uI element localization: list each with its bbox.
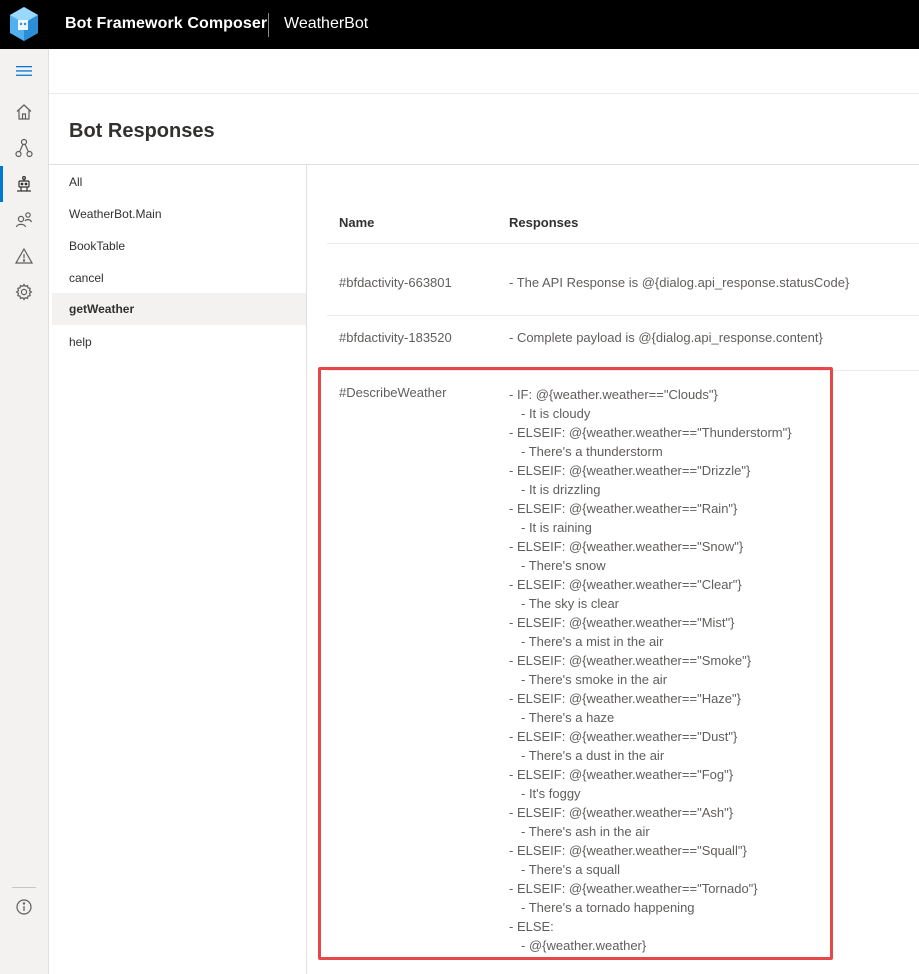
lg-condition-line: - ELSEIF: @{weather.weather=="Haze"} (509, 691, 741, 706)
bot-responses-icon (17, 176, 31, 192)
lg-condition-line: - ELSEIF: @{weather.weather=="Ash"} (509, 805, 734, 820)
lg-else-line: - ELSE: (509, 919, 554, 934)
lg-response-line: - There's a dust in the air (521, 748, 665, 763)
nav-user-input-button[interactable] (0, 202, 48, 238)
row-divider (327, 370, 919, 371)
lg-response-line: - There's ash in the air (521, 824, 650, 839)
row-response-describeweather[interactable]: - IF: @{weather.weather=="Clouds"} - It … (509, 385, 792, 955)
user-input-icon (15, 212, 33, 228)
lg-response-line: - It's foggy (521, 786, 581, 801)
app-title: Bot Framework Composer (65, 15, 268, 32)
row-name-bfdactivity-663801[interactable]: #bfdactivity-663801 (339, 275, 452, 290)
lg-condition-line: - ELSEIF: @{weather.weather=="Thundersto… (509, 425, 792, 440)
composer-cube-icon (10, 7, 38, 41)
row-name-describeweather[interactable]: #DescribeWeather (339, 385, 446, 400)
page-title: Bot Responses (69, 120, 215, 142)
rail-separator (12, 887, 36, 888)
dialog-item-help[interactable]: help (52, 326, 306, 358)
home-icon (16, 104, 32, 120)
design-flow-icon (15, 138, 33, 158)
lg-condition-line: - ELSEIF: @{weather.weather=="Smoke"} (509, 653, 752, 668)
row-response-bfdactivity-183520[interactable]: - Complete payload is @{dialog.api_respo… (509, 330, 823, 345)
lg-response-line: - It is drizzling (521, 482, 601, 497)
lg-condition-line: - ELSEIF: @{weather.weather=="Tornado"} (509, 881, 758, 896)
nav-bot-responses-button[interactable] (0, 166, 48, 202)
nav-home-button[interactable] (0, 94, 48, 130)
lg-response-line: - It is cloudy (521, 406, 591, 421)
nav-rail (0, 49, 49, 974)
column-header-responses[interactable]: Responses (509, 215, 578, 230)
nav-design-button[interactable] (0, 130, 48, 166)
lg-response-line: - @{weather.weather} (521, 938, 647, 953)
nav-notifications-button[interactable] (0, 238, 48, 274)
lg-condition-line: - ELSEIF: @{weather.weather=="Fog"} (509, 767, 734, 782)
nav-settings-button[interactable] (0, 274, 48, 310)
dialog-item-cancel[interactable]: cancel (52, 262, 306, 294)
lg-response-line: - The sky is clear (521, 596, 620, 611)
settings-gear-icon (15, 283, 33, 301)
lg-condition-line: - ELSEIF: @{weather.weather=="Drizzle"} (509, 463, 751, 478)
row-divider (327, 315, 919, 316)
notifications-warning-icon (15, 247, 33, 264)
top-header-bar: Bot Framework Composer WeatherBot (0, 0, 919, 49)
lg-response-line: - There's snow (521, 558, 606, 573)
lg-response-line: - There's smoke in the air (521, 672, 668, 687)
lg-response-line: - It is raining (521, 520, 592, 535)
lg-condition-line: - ELSEIF: @{weather.weather=="Rain"} (509, 501, 738, 516)
row-response-bfdactivity-663801[interactable]: - The API Response is @{dialog.api_respo… (509, 275, 849, 290)
lg-condition-line: - ELSEIF: @{weather.weather=="Snow"} (509, 539, 744, 554)
dialog-item-getweather[interactable]: getWeather (52, 293, 306, 325)
lg-condition-line: - IF: @{weather.weather=="Clouds"} (509, 387, 718, 402)
lg-condition-line: - ELSEIF: @{weather.weather=="Squall"} (509, 843, 747, 858)
dialog-item-booktable[interactable]: BookTable (52, 230, 306, 262)
header-divider (268, 13, 269, 37)
dialog-item-all[interactable]: All (52, 166, 306, 198)
dialog-item-weatherbot-main[interactable]: WeatherBot.Main (52, 198, 306, 230)
dialog-list: All WeatherBot.Main BookTable cancel get… (49, 165, 307, 974)
bot-name: WeatherBot (284, 15, 369, 32)
lg-response-line: - There's a thunderstorm (521, 444, 663, 459)
toolbar (49, 49, 919, 94)
header-row-divider (327, 243, 919, 244)
nav-about-button[interactable] (0, 889, 48, 925)
hamburger-icon (16, 66, 32, 76)
row-name-bfdactivity-183520[interactable]: #bfdactivity-183520 (339, 330, 452, 345)
lg-condition-line: - ELSEIF: @{weather.weather=="Clear"} (509, 577, 742, 592)
lg-response-line: - There's a haze (521, 710, 615, 725)
lg-condition-line: - ELSEIF: @{weather.weather=="Dust"} (509, 729, 738, 744)
hamburger-menu-button[interactable] (0, 53, 48, 89)
lg-response-line: - There's a tornado happening (521, 900, 695, 915)
lg-response-line: - There's a mist in the air (521, 634, 664, 649)
lg-condition-line: - ELSEIF: @{weather.weather=="Mist"} (509, 615, 735, 630)
lg-response-line: - There's a squall (521, 862, 621, 877)
column-header-name[interactable]: Name (339, 215, 374, 230)
info-icon (16, 899, 32, 915)
